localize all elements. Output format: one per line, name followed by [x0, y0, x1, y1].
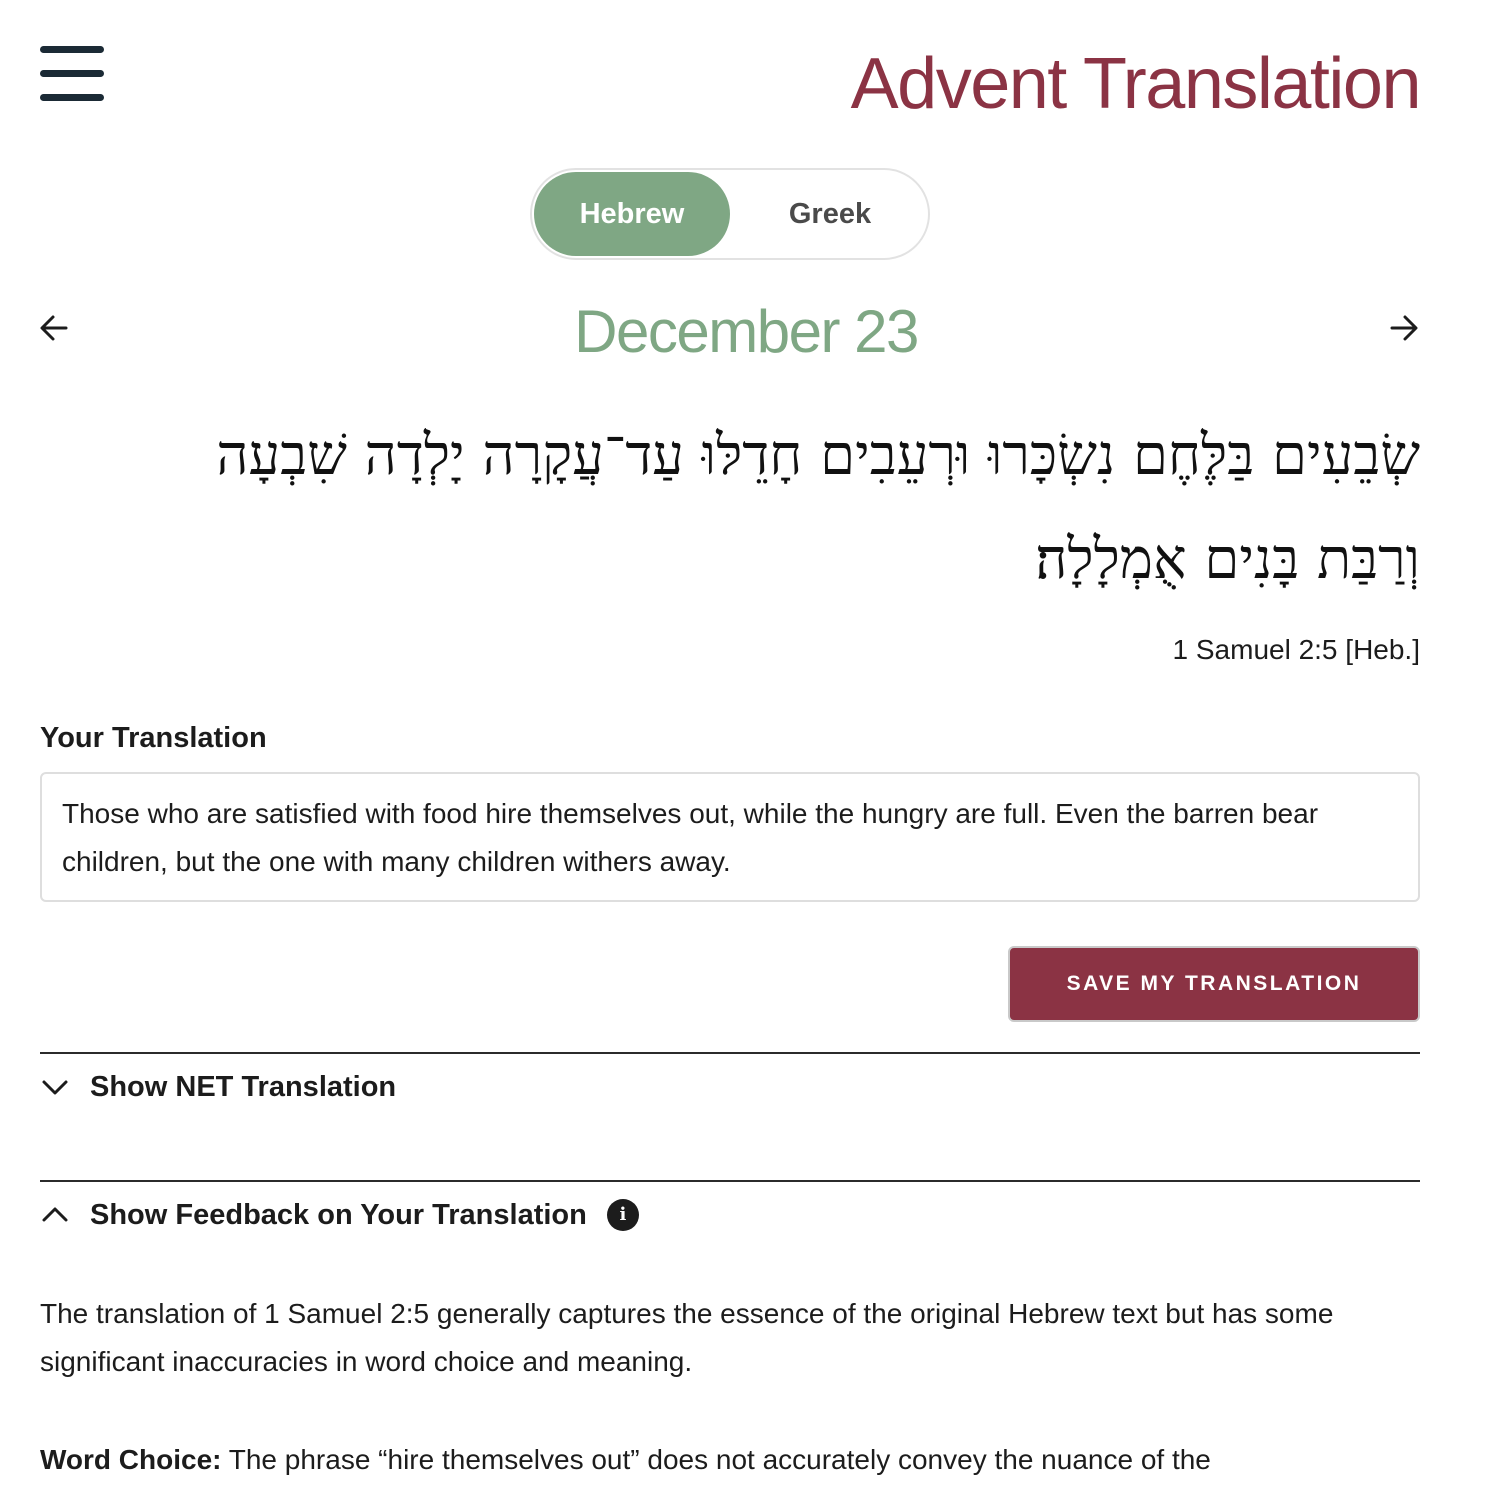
- info-icon[interactable]: i: [606, 1199, 639, 1231]
- divider: [40, 1052, 1420, 1054]
- hebrew-line-1: שְׂבֵעִים בַּלֶּחֶם נִשְׂכָּרוּ וּרְעֵבִ…: [216, 423, 1420, 488]
- translation-label: Your Translation: [40, 722, 267, 754]
- hebrew-line-2: וְרַבַּת בָּנִים אֻמְלָלָה׃: [1035, 527, 1420, 592]
- app-title[interactable]: Advent Translation: [851, 40, 1422, 128]
- net-translation-label: Show NET Translation: [90, 1070, 397, 1103]
- feedback-content: The translation of 1 Samuel 2:5 generall…: [40, 1290, 1420, 1486]
- page: Advent Translation Hebrew Greek December…: [0, 0, 1492, 1486]
- show-net-translation-toggle[interactable]: Show NET Translation: [40, 1062, 396, 1112]
- verse-reference: 1 Samuel 2:5 [Heb.]: [1172, 634, 1420, 665]
- chevron-down-icon: [42, 1080, 68, 1095]
- hebrew-tab[interactable]: Hebrew: [534, 172, 730, 256]
- word-choice-text: The phrase “hire themselves out” does no…: [221, 1444, 1211, 1475]
- language-toggle: Hebrew Greek: [530, 168, 930, 260]
- hamburger-bar: [40, 70, 104, 77]
- feedback-summary: The translation of 1 Samuel 2:5 generall…: [40, 1298, 1334, 1377]
- word-choice-heading: Word Choice:: [40, 1444, 222, 1475]
- greek-tab[interactable]: Greek: [732, 172, 928, 256]
- feedback-label: Show Feedback on Your Translation: [90, 1198, 587, 1231]
- date-title: December 23: [574, 298, 919, 365]
- show-feedback-toggle[interactable]: Show Feedback on Your Translation i: [40, 1190, 639, 1240]
- divider: [40, 1180, 1420, 1182]
- hamburger-bar: [40, 46, 104, 53]
- hebrew-verse: שְׂבֵעִים בַּלֶּחֶם נִשְׂכָּרוּ וּרְעֵבִ…: [100, 404, 1420, 612]
- feedback-word-choice: Word Choice: The phrase “hire themselves…: [40, 1436, 1420, 1484]
- chevron-up-icon: [42, 1207, 68, 1222]
- save-translation-button[interactable]: SAVE MY TRANSLATION: [1008, 946, 1420, 1022]
- hamburger-bar: [40, 94, 104, 101]
- translation-input[interactable]: Those who are satisfied with food hire t…: [40, 772, 1420, 902]
- arrow-right-icon[interactable]: [1388, 312, 1420, 344]
- hamburger-icon[interactable]: [40, 46, 104, 102]
